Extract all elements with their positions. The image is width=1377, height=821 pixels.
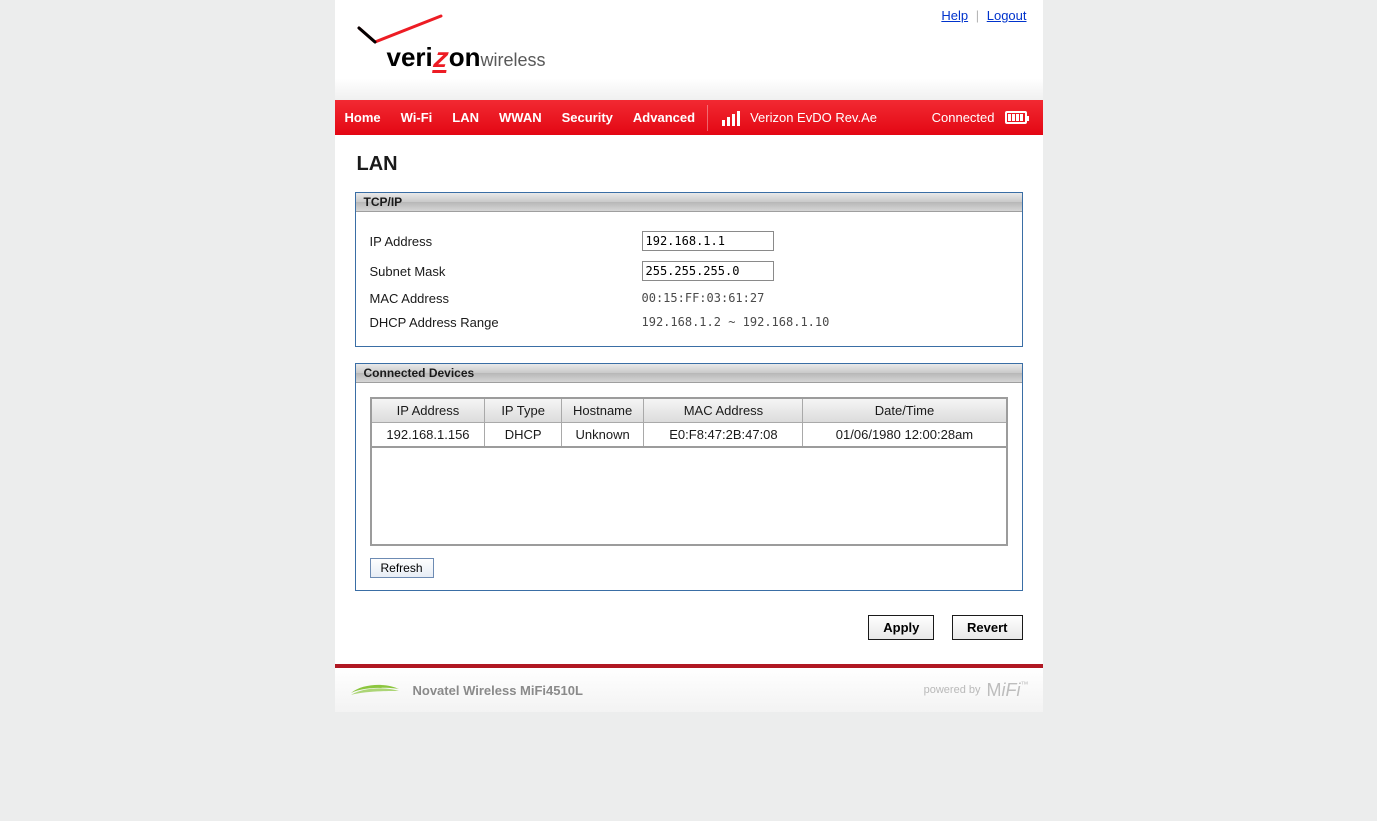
app-shell: Help | Logout verizonwireless Home Wi-Fi… [335,0,1043,712]
help-link[interactable]: Help [941,8,968,23]
tcpip-panel-header: TCP/IP [356,193,1022,212]
powered-by-label: powered by [924,684,981,696]
cell-mac: E0:F8:47:2B:47:08 [644,423,803,448]
dhcp-range-label: DHCP Address Range [370,315,642,330]
subnet-mask-label: Subnet Mask [370,264,642,279]
col-ip: IP Address [371,398,485,423]
nav-tab-home[interactable]: Home [335,100,391,135]
connected-devices-header: Connected Devices [356,364,1022,383]
nav-tab-wifi[interactable]: Wi-Fi [391,100,443,135]
action-row: Apply Revert [355,607,1023,642]
nav-tab-security[interactable]: Security [552,100,623,135]
devices-table: IP Address IP Type Hostname MAC Address … [370,397,1008,448]
cell-ip: 192.168.1.156 [371,423,485,448]
cell-datetime: 01/06/1980 12:00:28am [803,423,1007,448]
devices-table-empty-area [370,448,1008,546]
signal-bars-icon [722,110,740,126]
logo-strip: verizonwireless [335,28,1043,100]
connected-devices-panel: Connected Devices IP Address IP Type Hos… [355,363,1023,591]
page-body: LAN TCP/IP IP Address Subnet Mask MAC Ad… [335,135,1043,664]
cell-hostname: Unknown [561,423,644,448]
verizon-logo: verizonwireless [355,12,546,73]
table-row: 192.168.1.156 DHCP Unknown E0:F8:47:2B:4… [371,423,1007,448]
page-title: LAN [357,153,1023,176]
ip-address-label: IP Address [370,234,642,249]
dhcp-range-value: 192.168.1.2 ~ 192.168.1.10 [642,315,830,329]
nav-divider [707,105,708,131]
devices-table-header-row: IP Address IP Type Hostname MAC Address … [371,398,1007,423]
footer: Novatel Wireless MiFi4510L powered by Mi… [335,668,1043,712]
network-name: Verizon EvDO Rev.Ae [750,110,877,125]
nav-tab-lan[interactable]: LAN [442,100,489,135]
verizon-wordmark: verizonwireless [387,42,546,73]
mifi-logo: MiFi™ [987,680,1029,701]
cell-iptype: DHCP [485,423,561,448]
battery-icon [1005,111,1027,124]
col-hostname: Hostname [561,398,644,423]
link-separator: | [976,8,979,23]
apply-button[interactable]: Apply [868,615,934,640]
nav-tab-advanced[interactable]: Advanced [623,100,705,135]
nav-tabs: Home Wi-Fi LAN WWAN Security Advanced [335,100,706,135]
col-datetime: Date/Time [803,398,1007,423]
revert-button[interactable]: Revert [952,615,1022,640]
main-nav: Home Wi-Fi LAN WWAN Security Advanced Ve… [335,100,1043,135]
ip-address-input[interactable] [642,231,774,251]
col-mac: MAC Address [644,398,803,423]
refresh-button[interactable]: Refresh [370,558,434,578]
mac-address-value: 00:15:FF:03:61:27 [642,291,765,305]
footer-model: Novatel Wireless MiFi4510L [413,683,583,698]
connection-status: Connected [932,110,995,125]
logout-link[interactable]: Logout [987,8,1027,23]
powered-by: powered by MiFi™ [924,680,1029,701]
mac-address-label: MAC Address [370,291,642,306]
devices-table-wrap: IP Address IP Type Hostname MAC Address … [370,397,1008,546]
novatel-swoosh-icon [349,681,401,699]
nav-status: Verizon EvDO Rev.Ae Connected [710,100,1042,135]
subnet-mask-input[interactable] [642,261,774,281]
nav-tab-wwan[interactable]: WWAN [489,100,552,135]
col-iptype: IP Type [485,398,561,423]
tcpip-panel: TCP/IP IP Address Subnet Mask MAC Addres… [355,192,1023,347]
